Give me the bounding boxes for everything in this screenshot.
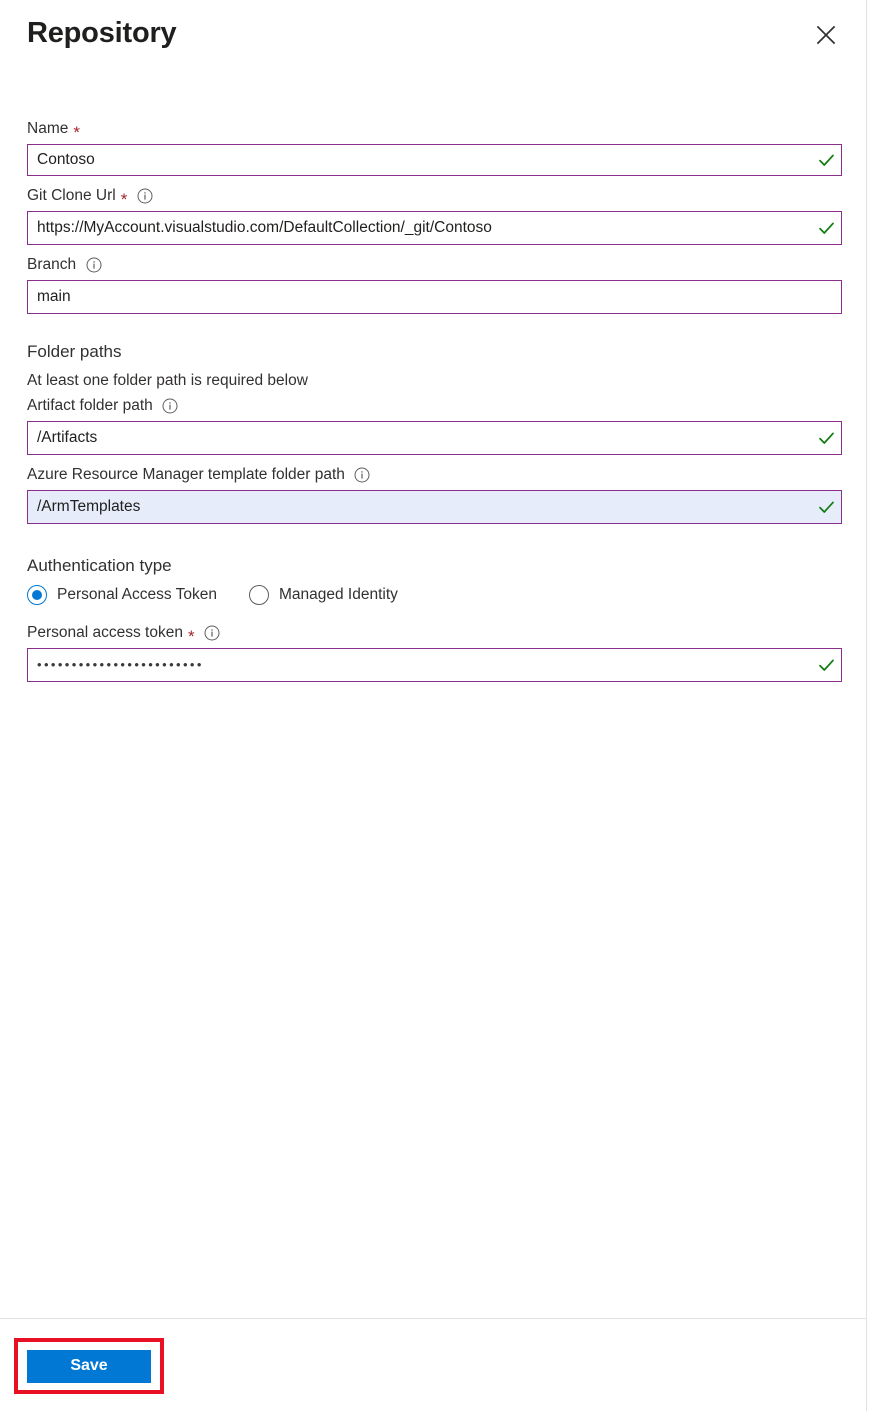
save-button[interactable]: Save xyxy=(27,1349,151,1383)
valid-check-icon xyxy=(811,499,841,516)
valid-check-icon xyxy=(811,430,841,447)
authentication-type-radio-group: Personal Access Token Managed Identity xyxy=(27,584,867,606)
personal-access-token-field-wrap[interactable]: •••••••••••••••••••••••• xyxy=(27,648,842,682)
name-field-wrap[interactable] xyxy=(27,144,842,176)
save-button-annotation: Save xyxy=(14,1338,164,1394)
page-title: Repository xyxy=(27,17,177,49)
personal-access-token-label-text: Personal access token xyxy=(27,624,183,641)
arm-template-folder-path-input[interactable] xyxy=(28,491,811,523)
required-asterisk: * xyxy=(120,189,128,209)
personal-access-token-label: Personal access token * xyxy=(27,622,867,646)
branch-input[interactable] xyxy=(28,281,841,313)
git-clone-url-input[interactable] xyxy=(28,212,811,244)
folder-paths-subtext: At least one folder path is required bel… xyxy=(27,372,308,389)
panel-header: Repository xyxy=(0,0,867,72)
valid-check-icon xyxy=(811,152,841,169)
radio-personal-access-token[interactable]: Personal Access Token xyxy=(27,584,217,606)
required-asterisk: * xyxy=(187,626,195,646)
repository-panel: Repository Name * Git Clone Url * xyxy=(0,0,867,1411)
info-icon[interactable] xyxy=(204,625,221,642)
radio-label: Managed Identity xyxy=(278,586,398,603)
info-icon[interactable] xyxy=(162,398,179,415)
arm-template-folder-path-label-text: Azure Resource Manager template folder p… xyxy=(27,466,345,483)
arm-template-folder-path-label: Azure Resource Manager template folder p… xyxy=(27,464,867,486)
radio-mark-icon xyxy=(248,585,269,605)
radio-label: Personal Access Token xyxy=(57,586,217,603)
folder-paths-heading: Folder paths xyxy=(27,342,122,361)
radio-mark-icon xyxy=(27,585,47,605)
branch-label-text: Branch xyxy=(27,256,77,273)
artifact-folder-path-label-text: Artifact folder path xyxy=(27,397,153,414)
name-input[interactable] xyxy=(28,145,811,175)
arm-template-folder-path-field-wrap[interactable] xyxy=(27,490,842,524)
branch-label: Branch xyxy=(27,254,867,276)
artifact-folder-path-field-wrap[interactable] xyxy=(27,421,842,455)
artifact-folder-path-input[interactable] xyxy=(28,422,811,454)
personal-access-token-value: •••••••••••••••••••••••• xyxy=(37,657,204,672)
name-label: Name * xyxy=(27,118,867,142)
valid-check-icon xyxy=(811,220,841,237)
info-icon[interactable] xyxy=(136,188,153,205)
repository-form: Name * Git Clone Url * xyxy=(0,118,867,682)
close-icon[interactable] xyxy=(809,18,843,52)
git-clone-url-label: Git Clone Url * xyxy=(27,185,867,209)
artifact-folder-path-label: Artifact folder path xyxy=(27,395,867,417)
required-asterisk: * xyxy=(73,122,80,142)
git-clone-url-label-text: Git Clone Url xyxy=(27,187,116,204)
authentication-type-heading: Authentication type xyxy=(27,556,172,575)
name-label-text: Name xyxy=(27,120,69,137)
valid-check-icon xyxy=(811,657,841,674)
branch-field-wrap[interactable] xyxy=(27,280,842,314)
radio-managed-identity[interactable]: Managed Identity xyxy=(248,584,398,606)
git-clone-url-field-wrap[interactable] xyxy=(27,211,842,245)
footer-divider xyxy=(0,1318,867,1319)
info-icon[interactable] xyxy=(354,467,371,484)
info-icon[interactable] xyxy=(85,257,102,274)
